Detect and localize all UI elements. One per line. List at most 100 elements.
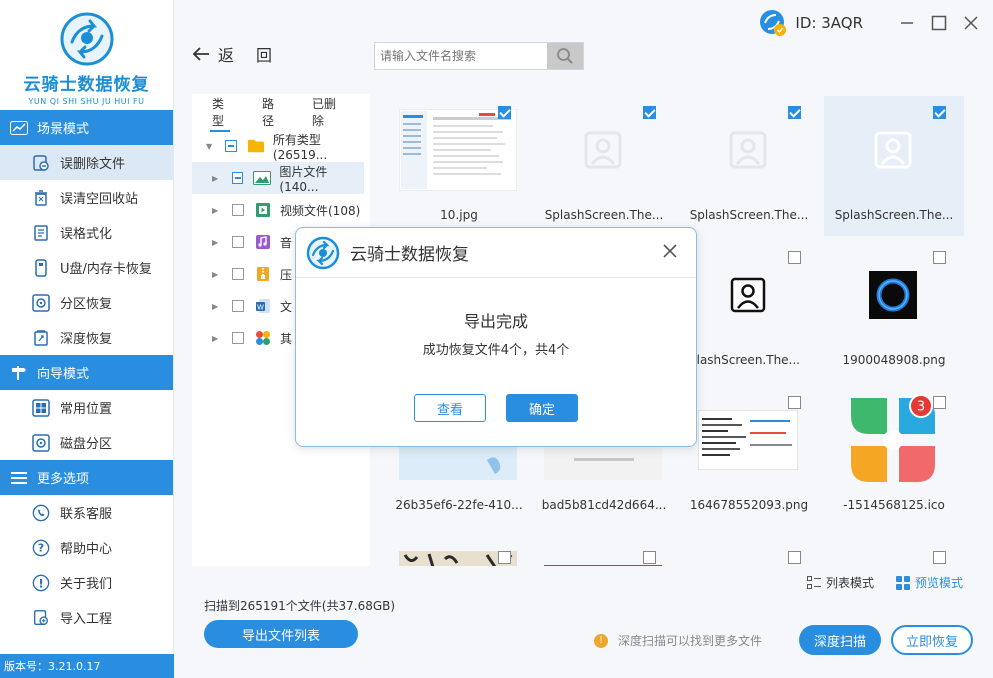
usb-drive-icon [32,258,50,277]
app-logo: 云骑士数据恢复 YUN QI SHI SHU JU HUI FU [0,0,173,110]
deep-scan-button[interactable]: 深度扫描 [799,625,881,655]
dialog-close-button[interactable] [660,241,680,261]
file-checkbox[interactable] [643,106,656,119]
recover-now-button[interactable]: 立即恢复 [891,625,973,655]
file-name: plashScreen.The... [689,353,800,367]
preview-mode-button[interactable]: 预览模式 [895,574,963,591]
back-arrow-icon[interactable] [192,46,210,62]
tab-deleted[interactable]: 已删除 [312,94,336,130]
nav-usb-recovery[interactable]: U盘/内存卡恢复 [0,250,173,285]
nav-import-project[interactable]: 导入工程 [0,600,173,635]
file-checkbox[interactable] [788,106,801,119]
confirm-button[interactable]: 确定 [506,394,578,422]
expand-icon[interactable]: ▶ [212,302,224,311]
nav-deleted-files[interactable]: 误删除文件 [0,145,173,180]
logo-icon [60,12,113,66]
close-window-button[interactable] [957,9,985,37]
back-button[interactable]: 返 [218,42,234,66]
import-icon [32,609,50,627]
file-thumbnail [834,106,952,194]
file-card[interactable]: plashScreen.The... [679,241,819,381]
file-card[interactable]: SplashScreen.The... [534,96,674,236]
nav-partition-recovery[interactable]: 分区恢复 [0,285,173,320]
tree-label: 所有类型(26519... [272,132,328,162]
version-label: 版本号：3.21.0.17 [0,654,174,678]
file-card[interactable]: 3 -1514568125.ico [824,386,964,526]
tree-checkbox[interactable] [231,172,244,184]
section-title: 更多选项 [37,472,90,487]
collapse-icon[interactable]: ▼ [206,142,217,151]
nav-contact-support[interactable]: 联系客服 [0,495,173,530]
nav-format[interactable]: 误格式化 [0,215,173,250]
tree-label: 视频文件(108) [280,203,361,218]
file-card[interactable] [534,541,674,566]
image-file-icon [253,170,272,186]
tree-checkbox[interactable] [232,300,244,312]
file-name: 10.jpg [440,208,478,222]
file-thumbnail [399,106,517,194]
file-card[interactable]: SplashScreen.The... [679,96,819,236]
file-card-selected[interactable]: SplashScreen.The... [824,96,964,236]
tree-checkbox[interactable] [232,268,244,280]
file-checkbox[interactable] [643,551,656,564]
app-flower-icon: 3 [851,394,935,482]
view-button[interactable]: 查看 [414,394,486,422]
file-card[interactable] [679,541,819,566]
export-file-list-button[interactable]: 导出文件列表 [204,620,358,648]
list-mode-button[interactable]: 列表模式 [806,574,874,591]
section-title: 场景模式 [37,122,90,137]
tree-item-images[interactable]: ▶ 图片文件(140... [192,162,364,194]
nav-deep-recovery[interactable]: 深度恢复 [0,320,173,355]
nav-disk-partition[interactable]: 磁盘分区 [0,425,173,460]
expand-icon[interactable]: ▶ [212,334,224,343]
maximize-button[interactable] [925,9,953,37]
file-checkbox[interactable] [933,551,946,564]
section-more-options: 更多选项 [0,460,173,495]
expand-icon[interactable]: ▶ [212,238,224,247]
dialog-message: 导出完成 [463,312,528,331]
expand-icon[interactable]: ▶ [212,174,224,183]
file-thumbnail [689,106,807,194]
info-icon: ! [32,574,50,592]
file-checkbox[interactable] [498,106,511,119]
search-input[interactable] [375,43,547,69]
file-card[interactable]: 10.jpg [389,96,529,236]
nav-help-center[interactable]: ? 帮助中心 [0,530,173,565]
nav-about-us[interactable]: ! 关于我们 [0,565,173,600]
file-card[interactable] [824,541,964,566]
expand-icon[interactable]: ▶ [212,206,224,215]
file-checkbox[interactable] [788,251,801,264]
file-thumbnail [834,251,952,339]
tree-checkbox[interactable] [232,204,244,216]
tree-checkbox[interactable] [232,332,244,344]
file-checkbox[interactable] [933,106,946,119]
file-checkbox[interactable] [933,396,946,409]
tree-checkbox[interactable] [225,140,237,152]
tree-root[interactable]: ▼ 所有类型(26519... [192,130,370,162]
file-checkbox[interactable] [788,396,801,409]
tree-label: 图片文件(140... [279,164,328,194]
file-thumbnail: 3 [834,394,952,484]
tab-type[interactable]: 类型 [210,94,230,132]
minimize-button[interactable] [893,9,921,37]
tab-path[interactable]: 路径 [262,94,278,130]
user-id[interactable]: ID: 3AQR [759,9,863,37]
section-wizard-mode: 向导模式 [0,355,173,390]
file-checkbox[interactable] [498,551,511,564]
search-button[interactable] [547,43,583,69]
file-card[interactable]: 164678552093.png [679,386,819,526]
file-card[interactable] [389,541,529,566]
search-box [374,42,584,70]
tree-checkbox[interactable] [232,236,244,248]
file-checkbox[interactable] [788,551,801,564]
nav-recycle-bin[interactable]: 误清空回收站 [0,180,173,215]
up-button[interactable]: 回 [256,42,272,66]
tree-tabs: 类型 路径 已删除 [192,94,370,132]
tree-item-videos[interactable]: ▶ 视频文件(108) [192,194,370,226]
minimize-icon [901,22,913,24]
nav-common-locations[interactable]: 常用位置 [0,390,173,425]
file-name: SplashScreen.The... [689,208,809,222]
file-checkbox[interactable] [933,251,946,264]
file-card[interactable]: 1900048908.png [824,241,964,381]
expand-icon[interactable]: ▶ [212,270,224,279]
